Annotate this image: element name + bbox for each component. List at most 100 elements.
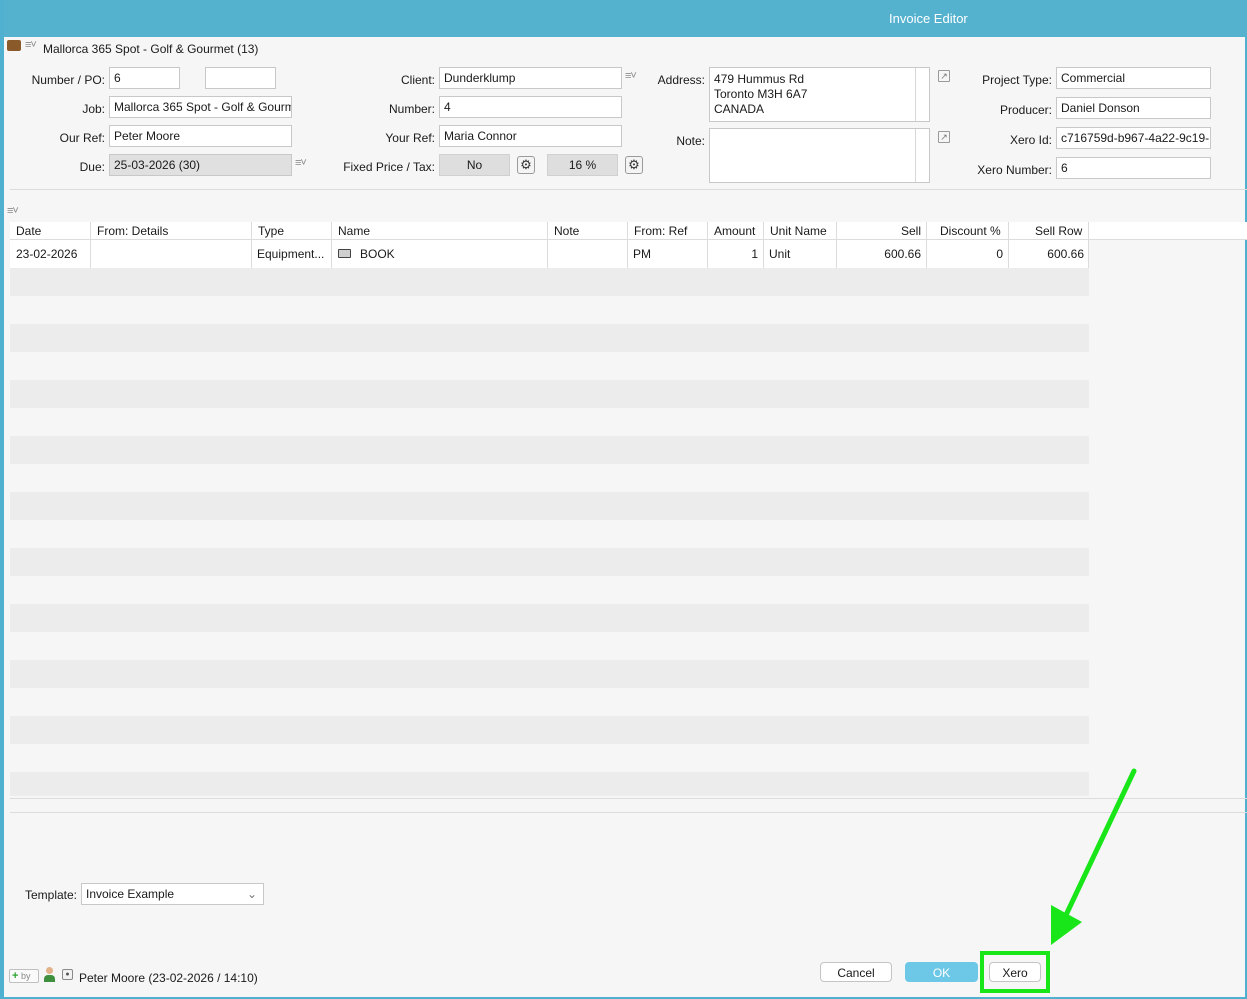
address-line-1: 479 Hummus Rd [714, 72, 805, 86]
empty-row[interactable] [10, 716, 1089, 744]
empty-row[interactable] [10, 660, 1089, 688]
address-line-3: CANADA [714, 102, 765, 116]
producer-field[interactable]: Daniel Donson [1056, 97, 1211, 119]
col-separator [1088, 222, 1089, 240]
project-label: Mallorca 365 Spot - Golf & Gourmet (13) [43, 42, 259, 56]
template-select[interactable]: Invoice Example ⌄ [81, 883, 264, 905]
empty-row[interactable] [10, 380, 1089, 408]
fixed-price-settings-icon[interactable]: ⚙ [517, 156, 535, 174]
address-open-external-icon[interactable]: ↗ [938, 70, 950, 82]
note-scrollbar[interactable] [915, 129, 929, 182]
col-separator [836, 222, 837, 240]
col-discount[interactable]: Discount % [940, 224, 1001, 238]
project-type-field[interactable]: Commercial [1056, 67, 1211, 89]
cell-separator [836, 240, 837, 268]
add-by-badge[interactable]: + by [9, 969, 39, 983]
window-title: Invoice Editor [889, 11, 968, 26]
client-number-field[interactable]: 4 [439, 96, 622, 118]
client-field[interactable]: Dunderklump [439, 67, 622, 89]
client-menu-icon[interactable]: ≡˅ [625, 70, 637, 82]
cell-separator [1008, 240, 1009, 268]
user-avatar-icon [43, 967, 56, 983]
laptop-icon [338, 249, 351, 258]
cell-separator [90, 240, 91, 268]
col-from-details[interactable]: From: Details [97, 224, 168, 238]
green-arrow-annotation [1051, 768, 1137, 945]
xero-id-label: Xero Id: [1009, 133, 1052, 147]
project-type-label: Project Type: [982, 73, 1052, 87]
col-from-ref[interactable]: From: Ref [634, 224, 687, 238]
due-menu-icon[interactable]: ≡˅ [295, 157, 307, 169]
cell-type: Equipment... [257, 247, 325, 261]
client-label: Client: [400, 73, 435, 87]
empty-row[interactable] [10, 548, 1089, 576]
project-menu-icon[interactable]: ≡˅ [25, 39, 37, 51]
xero-button[interactable]: Xero [989, 962, 1041, 982]
cell-separator [547, 240, 548, 268]
cell-amount: 1 [751, 247, 758, 261]
cell-separator [707, 240, 708, 268]
your-ref-label: Your Ref: [385, 131, 435, 145]
xero-id-field[interactable]: c716759d-b967-4a22-9c19- [1056, 127, 1211, 149]
cell-name: BOOK [360, 247, 395, 261]
empty-row[interactable] [10, 492, 1089, 520]
empty-row[interactable] [10, 436, 1089, 464]
col-amount[interactable]: Amount [714, 224, 755, 238]
xero-number-field[interactable]: 6 [1056, 157, 1211, 179]
col-sell[interactable]: Sell [901, 224, 921, 238]
number-po-label: Number / PO: [31, 73, 105, 87]
cell-date: 23-02-2026 [16, 247, 78, 261]
producer-label: Producer: [999, 103, 1052, 117]
ok-button[interactable]: OK [905, 962, 978, 982]
cell-separator [763, 240, 764, 268]
your-ref-field[interactable]: Maria Connor [439, 125, 622, 147]
col-name[interactable]: Name [338, 224, 370, 238]
form-divider [10, 189, 1247, 190]
cancel-button[interactable]: Cancel [820, 962, 892, 982]
empty-row[interactable] [10, 604, 1089, 632]
col-separator [926, 222, 927, 240]
tax-settings-icon[interactable]: ⚙ [625, 156, 643, 174]
address-scrollbar[interactable] [915, 68, 929, 121]
col-separator [331, 222, 332, 240]
po-field[interactable] [205, 67, 276, 89]
table-menu-icon[interactable]: ≡˅ [7, 205, 19, 217]
address-textarea[interactable]: 479 Hummus Rd Toronto M3H 6A7 CANADA [709, 67, 930, 122]
col-separator [90, 222, 91, 240]
cell-discount: 0 [996, 247, 1003, 261]
cell-separator [331, 240, 332, 268]
due-label: Due: [79, 160, 105, 174]
cell-separator [251, 240, 252, 268]
col-separator [707, 222, 708, 240]
table-row[interactable]: 23-02-2026 Equipment... BOOK PM 1 Unit 6… [10, 240, 1089, 268]
record-icon[interactable]: ● [62, 969, 73, 980]
cell-unit-name: Unit [769, 247, 791, 261]
fixed-price-toggle[interactable]: No [439, 154, 510, 176]
address-line-2: Toronto M3H 6A7 [714, 87, 808, 101]
cell-separator [627, 240, 628, 268]
note-textarea[interactable] [709, 128, 930, 183]
invoice-editor-window: Invoice Editor ≡˅ Mallorca 365 Spot - Go… [0, 0, 1247, 999]
cell-separator [926, 240, 927, 268]
col-sell-row[interactable]: Sell Row [1035, 224, 1082, 238]
number-field[interactable]: 6 [109, 67, 180, 89]
due-field[interactable]: 25-03-2026 (30) [109, 154, 292, 176]
tax-selector[interactable]: 16 % [547, 154, 618, 176]
our-ref-field[interactable]: Peter Moore [109, 125, 292, 147]
empty-row[interactable] [10, 324, 1089, 352]
col-unit-name[interactable]: Unit Name [770, 224, 827, 238]
cell-from-ref: PM [633, 247, 651, 261]
job-field[interactable]: Mallorca 365 Spot - Golf & Gourm [109, 96, 292, 118]
template-select-value: Invoice Example [86, 887, 175, 901]
col-separator [627, 222, 628, 240]
briefcase-icon [7, 40, 21, 51]
empty-row[interactable] [10, 268, 1089, 296]
address-label: Address: [657, 73, 705, 87]
col-date[interactable]: Date [16, 224, 41, 238]
note-open-external-icon[interactable]: ↗ [938, 131, 950, 143]
title-bar[interactable]: Invoice Editor [4, 0, 1247, 37]
by-label: by [20, 971, 31, 981]
col-type[interactable]: Type [258, 224, 284, 238]
empty-row[interactable] [10, 772, 1089, 796]
col-note[interactable]: Note [554, 224, 579, 238]
